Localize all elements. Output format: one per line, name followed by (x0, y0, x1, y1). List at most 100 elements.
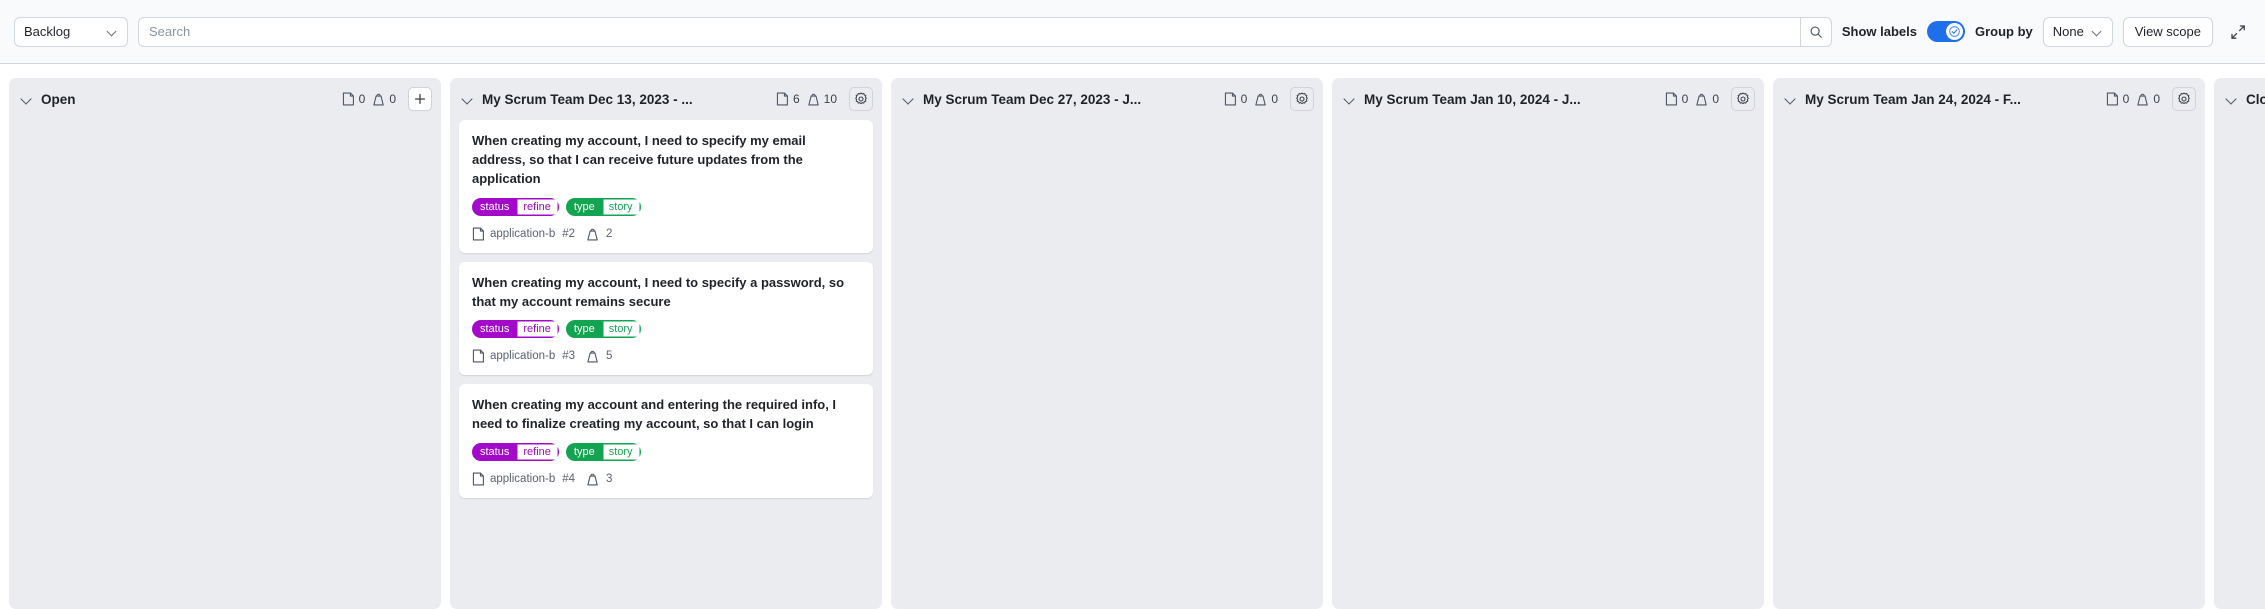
view-scope-button[interactable]: View scope (2122, 16, 2213, 47)
column-add-issue-button[interactable] (408, 87, 432, 111)
issue-repo-name: application-b (490, 472, 556, 485)
board-toolbar: Backlog Show labels Group by No (0, 0, 2265, 64)
column-title: My Scrum Team Jan 10, 2024 - J... (1364, 91, 1581, 107)
board-column: My Scrum Team Jan 24, 2024 - F... 0 0 (1773, 78, 2205, 609)
view-select[interactable]: Backlog (14, 16, 128, 47)
board-column: My Scrum Team Dec 13, 2023 - ... 6 10 When … (450, 78, 882, 609)
search-icon (1809, 25, 1823, 39)
chevron-down-icon[interactable] (462, 93, 475, 106)
chevron-down-icon[interactable] (903, 93, 916, 106)
column-issue-count: 6 (792, 92, 800, 106)
issue-label-value: story (601, 197, 641, 216)
issue-label[interactable]: type story (565, 197, 641, 216)
view-scope-label: View scope (2134, 24, 2201, 39)
column-title: My Scrum Team Dec 27, 2023 - J... (923, 91, 1142, 107)
column-weight-count: 0 (389, 92, 396, 106)
board-column: Open 0 0 (9, 78, 441, 609)
column-issue-count: 0 (2122, 92, 2130, 106)
chevron-down-icon[interactable] (1785, 93, 1798, 106)
issue-card[interactable]: When creating my account and entering th… (459, 384, 873, 498)
issue-label-key: type (565, 442, 602, 461)
column-meta: 00 (1665, 92, 1722, 106)
column-meta: 6 10 (776, 92, 840, 106)
column-header: My Scrum Team Jan 24, 2024 - F... 0 0 (1773, 78, 2205, 120)
gear-icon (854, 92, 868, 106)
issue-label-value: refine (516, 442, 559, 461)
column-cards: When creating my account, I need to spec… (450, 120, 882, 609)
issue-repo-name: application-b (490, 227, 556, 240)
issue-label[interactable]: type story (565, 320, 641, 339)
issue-label[interactable]: status refine (472, 442, 559, 461)
show-labels-toggle[interactable] (1926, 21, 1965, 42)
column-cards (1332, 120, 1764, 609)
issue-weight: 5 (606, 350, 613, 363)
issue-label[interactable]: status refine (472, 320, 559, 339)
expand-fullscreen-button[interactable] (2225, 19, 2251, 45)
issue-icon (472, 472, 485, 486)
issue-card-footer: application-b #3 5 (472, 349, 860, 363)
issue-card-labels: status refine type story (472, 197, 860, 216)
issue-card[interactable]: When creating my account, I need to spec… (459, 261, 873, 376)
column-title: Open (41, 91, 76, 107)
issue-label-key: status (472, 442, 517, 461)
issue-number: #2 (562, 227, 576, 240)
column-header: Closed (2214, 78, 2265, 120)
issue-number: #4 (562, 472, 576, 485)
chevron-down-icon (2093, 27, 2103, 37)
search-input[interactable] (138, 16, 1800, 47)
expand-diagonal-icon (2230, 24, 2246, 40)
chevron-down-icon[interactable] (21, 93, 34, 106)
chevron-down-icon (108, 27, 118, 37)
column-cards (9, 120, 441, 609)
column-header: My Scrum Team Dec 27, 2023 - J... 0 0 (891, 78, 1323, 120)
issue-icon (2106, 92, 2119, 106)
issue-label-value: refine (516, 320, 559, 339)
column-title: My Scrum Team Dec 13, 2023 - ... (482, 91, 693, 107)
column-weight-count: 0 (1271, 92, 1278, 106)
issue-card-title: When creating my account and entering th… (472, 397, 837, 432)
column-settings-button[interactable] (849, 87, 873, 111)
weight-icon (2136, 92, 2149, 106)
issue-icon (776, 92, 789, 106)
issue-weight: 2 (606, 227, 613, 240)
column-weight-count: 10 (823, 92, 837, 106)
column-title: Closed (2246, 91, 2265, 107)
issue-card[interactable]: When creating my account, I need to spec… (459, 120, 873, 253)
column-cards (1773, 120, 2205, 609)
issue-label-key: type (565, 320, 602, 339)
chevron-down-icon[interactable] (2226, 93, 2239, 106)
search-button[interactable] (1799, 16, 1832, 47)
weight-icon (372, 92, 385, 106)
weight-icon (586, 227, 599, 241)
issue-icon (472, 349, 485, 363)
issue-label[interactable]: status refine (472, 197, 559, 216)
column-cards (2214, 120, 2265, 609)
issue-card-title: When creating my account, I need to spec… (472, 133, 806, 187)
issue-label[interactable]: type story (565, 442, 641, 461)
toggle-knob (1945, 23, 1963, 40)
issue-card-labels: status refine type story (472, 442, 860, 461)
issue-icon (472, 227, 485, 241)
issue-label-value: story (601, 320, 641, 339)
column-settings-button[interactable] (2172, 87, 2196, 111)
issue-label-value: story (601, 442, 641, 461)
search-group (138, 16, 1832, 47)
column-issue-count: 0 (1240, 92, 1248, 106)
issue-card-title: When creating my account, I need to spec… (472, 274, 845, 309)
issue-label-key: status (472, 197, 517, 216)
issue-number: #3 (562, 350, 576, 363)
chevron-down-icon[interactable] (1344, 93, 1357, 106)
weight-icon (807, 92, 820, 106)
column-issue-count: 0 (1681, 92, 1689, 106)
column-settings-button[interactable] (1731, 87, 1755, 111)
issue-icon (1224, 92, 1237, 106)
column-meta: 00 (2106, 92, 2163, 106)
column-meta: 00 (1224, 92, 1281, 106)
issue-repo-name: application-b (490, 350, 556, 363)
board-column: My Scrum Team Dec 27, 2023 - J... 0 0 (891, 78, 1323, 609)
group-by-select[interactable]: None (2042, 16, 2113, 47)
column-settings-button[interactable] (1290, 87, 1314, 111)
issue-label-key: status (472, 320, 517, 339)
issue-icon (1665, 92, 1678, 106)
weight-icon (586, 472, 599, 486)
